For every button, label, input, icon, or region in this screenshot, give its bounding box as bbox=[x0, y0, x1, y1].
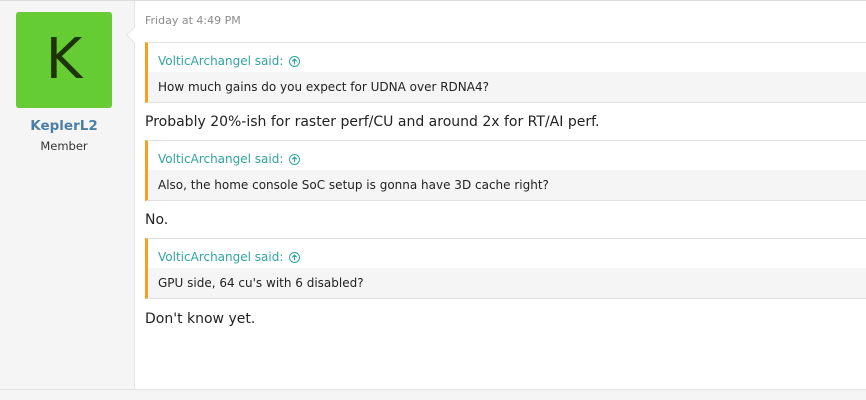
quote-header[interactable]: VolticArchangel said: bbox=[158, 51, 301, 71]
post-pointer-arrow bbox=[125, 25, 135, 45]
quote-block: VolticArchangel said: How much gains do … bbox=[145, 42, 866, 103]
reply-text: No. bbox=[145, 212, 169, 228]
quote-text: GPU side, 64 cu's with 6 disabled? bbox=[148, 268, 866, 298]
user-title: Member bbox=[40, 139, 88, 153]
avatar[interactable]: K bbox=[16, 12, 112, 108]
quote-text: Also, the home console SoC setup is gonn… bbox=[148, 170, 866, 200]
quote-author[interactable]: VolticArchangel said: bbox=[158, 54, 283, 68]
quote-block: VolticArchangel said: GPU side, 64 cu's … bbox=[145, 238, 866, 299]
forum-post: K KeplerL2 Member Friday at 4:49 PM Volt… bbox=[0, 0, 866, 400]
quote-text: How much gains do you expect for UDNA ov… bbox=[148, 72, 866, 102]
post-user-cell: K KeplerL2 Member bbox=[0, 1, 135, 389]
username-link[interactable]: KeplerL2 bbox=[0, 118, 128, 134]
post-date-link[interactable]: Friday at 4:49 PM bbox=[145, 14, 241, 27]
arrow-up-circle-icon[interactable] bbox=[289, 55, 301, 67]
quote-block: VolticArchangel said: Also, the home con… bbox=[145, 140, 866, 201]
post-footer-divider bbox=[0, 389, 866, 400]
arrow-up-circle-icon[interactable] bbox=[289, 153, 301, 165]
quote-author[interactable]: VolticArchangel said: bbox=[158, 152, 283, 166]
quote-header[interactable]: VolticArchangel said: bbox=[158, 149, 301, 169]
reply-text: Don't know yet. bbox=[145, 311, 256, 327]
reply-text: Probably 20%-ish for raster perf/CU and … bbox=[145, 114, 600, 130]
avatar-letter: K bbox=[45, 27, 83, 92]
quote-author[interactable]: VolticArchangel said: bbox=[158, 250, 283, 264]
quote-header[interactable]: VolticArchangel said: bbox=[158, 247, 301, 267]
arrow-up-circle-icon[interactable] bbox=[289, 251, 301, 263]
post-content: Friday at 4:49 PM VolticArchangel said: … bbox=[135, 1, 866, 389]
